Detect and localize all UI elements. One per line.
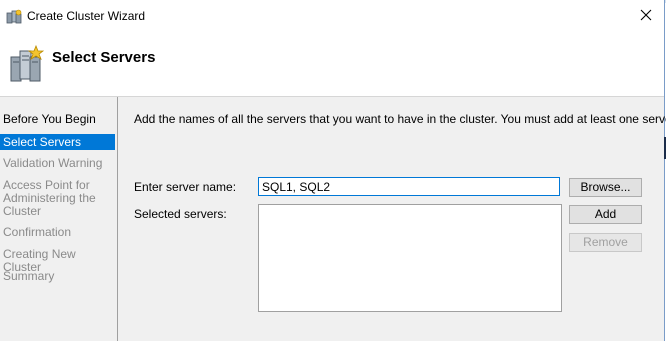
step-access-point: Access Point for Administering the Clust…	[3, 178, 96, 218]
server-name-input[interactable]	[258, 177, 560, 196]
wizard-steps-sidebar: Before You Begin Select Servers Validati…	[0, 97, 117, 341]
add-button[interactable]: Add	[569, 205, 642, 224]
browse-button[interactable]: Browse...	[569, 178, 642, 197]
instructions-text: Add the names of all the servers that yo…	[134, 112, 666, 126]
close-icon	[640, 9, 652, 24]
wizard-window: Create Cluster Wizard Select Servers Bef…	[0, 0, 666, 341]
step-summary: Summary	[3, 269, 55, 283]
step-before-you-begin[interactable]: Before You Begin	[0, 113, 115, 126]
window-title: Create Cluster Wizard	[27, 9, 146, 23]
server-name-label: Enter server name:	[134, 180, 237, 194]
main-content: Add the names of all the servers that yo…	[118, 97, 666, 341]
selected-servers-list[interactable]	[258, 204, 562, 312]
step-confirmation: Confirmation	[3, 225, 72, 239]
remove-button: Remove	[569, 233, 642, 252]
wizard-header: Select Servers	[0, 32, 664, 96]
step-validation-warning: Validation Warning	[3, 156, 103, 170]
title-bar[interactable]: Create Cluster Wizard	[0, 0, 664, 32]
selected-servers-label: Selected servers:	[134, 207, 227, 221]
step-select-servers[interactable]: Select Servers	[0, 134, 115, 150]
cluster-wizard-icon	[6, 9, 22, 25]
server-cluster-icon	[8, 44, 45, 84]
page-title: Select Servers	[52, 49, 156, 66]
close-button[interactable]	[628, 2, 664, 30]
